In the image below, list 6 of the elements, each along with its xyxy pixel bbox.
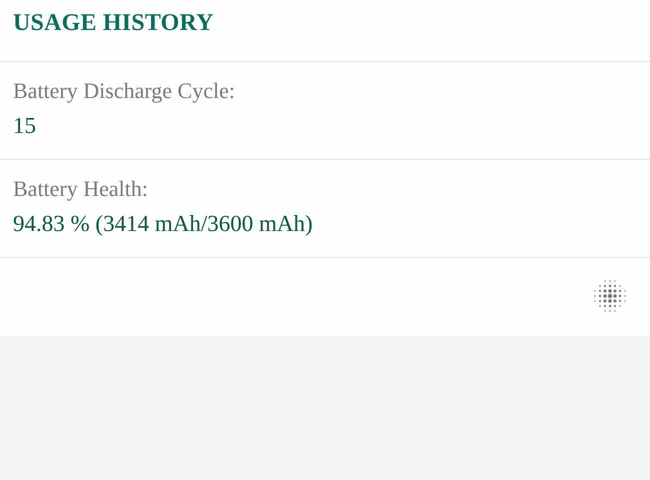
field-value: 94.83 % (3414 mAh/3600 mAh): [13, 211, 314, 237]
field-value: 15: [13, 113, 37, 139]
section-title: USAGE HISTORY: [13, 10, 214, 37]
field-label: Battery Discharge Cycle:: [13, 78, 236, 104]
dot-grid-icon: [592, 278, 628, 314]
field-label: Battery Health:: [13, 176, 150, 202]
